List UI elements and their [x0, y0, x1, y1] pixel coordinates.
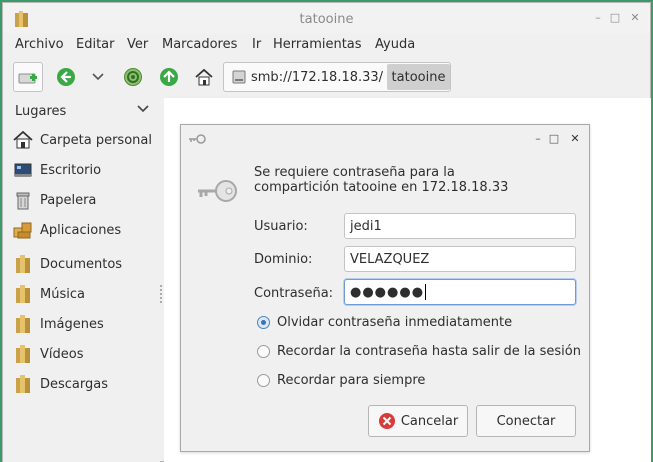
folder-icon: [16, 315, 30, 333]
new-tab-icon: [18, 73, 37, 84]
radio-remember-session[interactable]: Recordar la contraseña hasta salir de la…: [257, 344, 581, 359]
folder-icon: [16, 375, 30, 393]
menu-ir[interactable]: Ir: [252, 37, 261, 52]
sidebar-item-label: Carpeta personal: [40, 132, 152, 148]
sidebar-item-videos[interactable]: Vídeos: [13, 342, 83, 366]
folder-icon: [16, 255, 30, 273]
network-drive-icon: [232, 70, 246, 84]
folder-icon: [16, 285, 30, 303]
password-field[interactable]: ●●●●●●: [344, 279, 576, 305]
path-current-text: tatooine: [391, 69, 446, 85]
close-button[interactable]: ✕: [628, 11, 642, 25]
sidebar-item-label: Papelera: [40, 192, 97, 208]
sidebar-item-label: Escritorio: [40, 162, 102, 178]
dialog-close-button[interactable]: ✕: [568, 132, 582, 146]
sidebar-item-papelera[interactable]: Papelera: [13, 188, 96, 212]
path-root-text: smb://172.18.18.33/: [251, 69, 384, 85]
menu-herramientas[interactable]: Herramientas: [273, 37, 362, 52]
sidebar-item-documentos[interactable]: Documentos: [13, 252, 122, 276]
cancel-icon: [378, 413, 395, 429]
trash-icon: [16, 192, 30, 210]
radio-indicator[interactable]: [257, 374, 270, 387]
home-button[interactable]: [189, 62, 219, 92]
user-label: Usuario:: [254, 219, 308, 234]
new-tab-button[interactable]: [13, 62, 43, 92]
chevron-down-icon[interactable]: [137, 104, 149, 114]
radio-label: Olvidar contraseña inmediatamente: [277, 315, 513, 330]
path-segment-root[interactable]: smb://172.18.18.33/: [224, 63, 387, 91]
password-key-icon: [198, 180, 237, 202]
sidebar-item-label: Documentos: [40, 256, 123, 272]
radio-remember-forever[interactable]: Recordar para siempre: [257, 373, 425, 388]
path-segment-current[interactable]: tatooine: [387, 64, 450, 90]
sidebar-item-carpeta-personal[interactable]: Carpeta personal: [13, 128, 152, 152]
pane-splitter-handle[interactable]: [160, 283, 163, 313]
reload-icon: [124, 68, 142, 86]
dialog-message: Se requiere contraseña para la compartic…: [254, 165, 509, 195]
minimize-button[interactable]: –: [591, 11, 605, 25]
radio-forget-immediately[interactable]: Olvidar contraseña inmediatamente: [257, 315, 512, 330]
applications-icon: [13, 222, 32, 239]
radio-indicator[interactable]: [257, 345, 270, 358]
sidebar: Lugares Carpeta personal Escritorio Pape…: [3, 98, 160, 462]
password-label: Contraseña:: [254, 286, 334, 301]
home-icon: [195, 68, 213, 86]
menu-ayuda[interactable]: Ayuda: [375, 37, 415, 52]
up-arrow-icon: [160, 68, 178, 86]
dialog-maximize-button[interactable]: □: [547, 132, 561, 146]
menu-bar: Archivo Editar Ver Marcadores Ir Herrami…: [3, 34, 650, 56]
sidebar-item-label: Vídeos: [40, 346, 84, 362]
sidebar-item-label: Aplicaciones: [40, 222, 122, 238]
location-bar[interactable]: smb://172.18.18.33/ tatooine: [223, 62, 451, 92]
sidebar-item-musica[interactable]: Música: [13, 282, 85, 306]
back-arrow-icon: [57, 68, 75, 86]
radio-indicator[interactable]: [257, 316, 270, 329]
cancel-button[interactable]: Cancelar: [368, 405, 468, 437]
menu-ver[interactable]: Ver: [127, 37, 148, 52]
domain-label: Dominio:: [254, 252, 313, 267]
chevron-down-icon: [92, 73, 104, 81]
radio-label: Recordar la contraseña hasta salir de la…: [277, 344, 581, 359]
history-dropdown-button[interactable]: [83, 62, 113, 92]
menu-marcadores[interactable]: Marcadores: [162, 37, 237, 52]
sidebar-header[interactable]: Lugares: [15, 104, 66, 119]
password-dialog: – □ ✕ Se requiere contraseña para la com…: [180, 124, 590, 452]
maximize-button[interactable]: □: [608, 11, 622, 25]
sidebar-item-label: Imágenes: [40, 316, 104, 332]
connect-button[interactable]: Conectar: [476, 405, 576, 437]
title-bar: tatooine – □ ✕: [3, 3, 650, 33]
key-icon: [189, 134, 206, 144]
sidebar-item-descargas[interactable]: Descargas: [13, 372, 108, 396]
menu-editar[interactable]: Editar: [76, 37, 115, 52]
dialog-minimize-button[interactable]: –: [531, 132, 545, 146]
toolbar: smb://172.18.18.33/ tatooine: [3, 58, 650, 96]
domain-field[interactable]: VELAZQUEZ: [344, 246, 576, 272]
sidebar-item-aplicaciones[interactable]: Aplicaciones: [13, 218, 121, 242]
up-button[interactable]: [154, 62, 184, 92]
back-button[interactable]: [51, 62, 81, 92]
desktop-icon: [14, 163, 32, 177]
sidebar-item-imagenes[interactable]: Imágenes: [13, 312, 104, 336]
reload-button[interactable]: [118, 62, 148, 92]
sidebar-item-label: Música: [40, 286, 85, 302]
menu-archivo[interactable]: Archivo: [15, 37, 64, 52]
radio-label: Recordar para siempre: [277, 373, 426, 388]
user-field[interactable]: jedi1: [344, 213, 576, 239]
window-title: tatooine: [299, 12, 354, 27]
sidebar-item-escritorio[interactable]: Escritorio: [13, 158, 101, 182]
sidebar-item-label: Descargas: [40, 376, 109, 392]
folder-icon: [16, 345, 30, 363]
home-icon: [13, 131, 33, 149]
